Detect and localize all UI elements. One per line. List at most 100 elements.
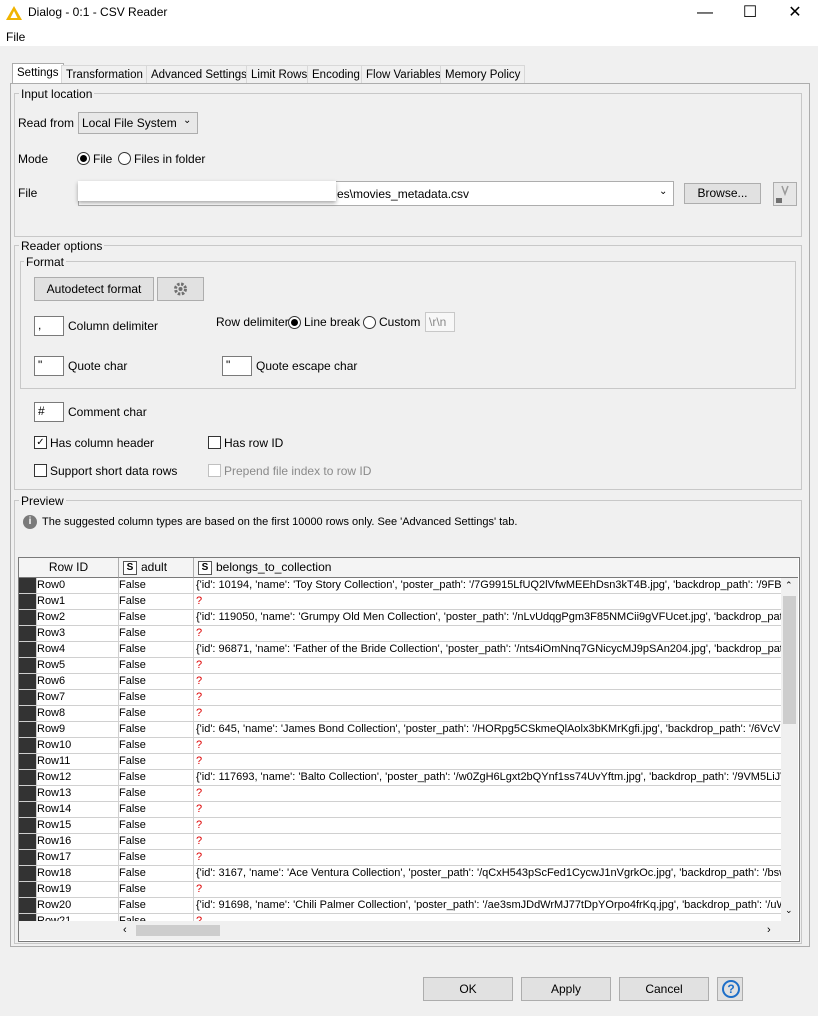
info-icon: i (23, 515, 37, 529)
scroll-right-icon[interactable]: › (767, 924, 771, 936)
support-short-rows-checkbox[interactable] (34, 464, 47, 477)
help-button[interactable]: ? (717, 977, 743, 1001)
row-marker (19, 674, 37, 690)
cell-belongs-to-collection: {'id': 96871, 'name': 'Father of the Bri… (194, 642, 783, 658)
table-row[interactable]: Row5 False? (19, 658, 783, 674)
table-row[interactable]: Row13 False? (19, 786, 783, 802)
table-row[interactable]: Row8 False? (19, 706, 783, 722)
cell-adult: False (119, 834, 194, 850)
browse-button[interactable]: Browse... (684, 183, 761, 204)
read-from-label: Read from (18, 116, 75, 130)
has-column-header-checkbox[interactable]: ✓ (34, 436, 47, 449)
cell-adult: False (119, 738, 194, 754)
table-row[interactable]: Row0 False {'id': 10194, 'name': 'Toy Stor… (19, 578, 783, 594)
line-break-radio[interactable] (288, 316, 301, 329)
read-from-value: Local File System (82, 116, 177, 130)
horizontal-scroll-thumb[interactable] (136, 925, 220, 936)
table-row[interactable]: Row18 False {'id': 3167, 'name': 'Ace Vent… (19, 866, 783, 882)
table-row[interactable]: Row19 False? (19, 882, 783, 898)
horizontal-scrollbar[interactable]: ‹ › (19, 921, 798, 940)
column-delimiter-value: , (38, 318, 42, 332)
flow-variable-button[interactable] (773, 182, 797, 206)
cell-row-id: Row5 (37, 658, 119, 674)
table-row[interactable]: Row3 False? (19, 626, 783, 642)
autodetect-settings-button[interactable] (157, 277, 204, 301)
cancel-button[interactable]: Cancel (619, 977, 709, 1001)
string-type-icon: S (123, 560, 137, 575)
scroll-down-icon[interactable]: ⌄ (785, 905, 793, 916)
mode-file-label: File (93, 152, 113, 166)
cell-adult: False (119, 578, 194, 594)
column-header-belongs-to-collection[interactable]: Sbelongs_to_collection (194, 558, 798, 578)
cell-adult: False (119, 658, 194, 674)
has-row-id-label: Has row ID (224, 436, 284, 450)
column-delimiter-input[interactable]: , (34, 316, 64, 336)
cell-adult: False (119, 626, 194, 642)
tab-flow-variables[interactable]: Flow Variables (361, 65, 446, 84)
mode-file-radio[interactable] (77, 152, 90, 165)
row-marker (19, 834, 37, 850)
scroll-up-icon[interactable]: ⌃ (785, 580, 793, 591)
cell-row-id: Row18 (37, 866, 119, 882)
preview-table[interactable]: Row ID Sadult Sbelongs_to_collection Row… (18, 557, 800, 942)
row-marker (19, 658, 37, 674)
table-row[interactable]: Row1 False? (19, 594, 783, 610)
custom-delimiter-input[interactable]: \r\n (425, 312, 455, 332)
cell-row-id: Row14 (37, 802, 119, 818)
table-row[interactable]: Row14 False? (19, 802, 783, 818)
tab-transformation[interactable]: Transformation (61, 65, 148, 84)
mode-folder-radio[interactable] (118, 152, 131, 165)
column-header-adult[interactable]: Sadult (119, 558, 194, 578)
row-marker (19, 690, 37, 706)
cell-belongs-to-collection: ? (194, 626, 783, 642)
table-row[interactable]: Row4 False {'id': 96871, 'name': 'Father o… (19, 642, 783, 658)
prepend-file-index-checkbox[interactable] (208, 464, 221, 477)
apply-button[interactable]: Apply (521, 977, 611, 1001)
table-row[interactable]: Row20 False {'id': 91698, 'name': 'Chili P… (19, 898, 783, 914)
tab-limit-rows[interactable]: Limit Rows (246, 65, 313, 84)
column-header-row-id[interactable]: Row ID (19, 558, 119, 578)
cell-belongs-to-collection: ? (194, 738, 783, 754)
close-button[interactable]: ✕ (772, 0, 818, 28)
cell-row-id: Row15 (37, 818, 119, 834)
table-row[interactable]: Row15 False? (19, 818, 783, 834)
column-header-label: belongs_to_collection (216, 560, 332, 574)
quote-escape-input[interactable]: " (222, 356, 252, 376)
vertical-scrollbar[interactable]: ⌃ ⌄ (781, 578, 798, 921)
table-row[interactable]: Row10 False? (19, 738, 783, 754)
cell-adult: False (119, 818, 194, 834)
table-row[interactable]: Row16 False? (19, 834, 783, 850)
tab-encoding[interactable]: Encoding (307, 65, 365, 84)
vertical-scroll-thumb[interactable] (783, 596, 796, 724)
line-break-label: Line break (304, 315, 361, 329)
cell-row-id: Row20 (37, 898, 119, 914)
preview-legend: Preview (19, 494, 66, 508)
autodetect-format-button[interactable]: Autodetect format (34, 277, 154, 301)
table-row[interactable]: Row11 False? (19, 754, 783, 770)
help-icon: ? (722, 980, 740, 998)
tab-advanced-settings[interactable]: Advanced Settings (146, 65, 252, 84)
table-row[interactable]: Row6 False? (19, 674, 783, 690)
tab-settings[interactable]: Settings (12, 63, 64, 84)
table-row[interactable]: Row12 False {'id': 117693, 'name': 'Balto … (19, 770, 783, 786)
mode-label: Mode (18, 152, 49, 166)
quote-char-input[interactable]: " (34, 356, 64, 376)
column-header-label: Row ID (48, 560, 89, 574)
minimize-button[interactable]: — (682, 0, 728, 28)
maximize-button[interactable]: ☐ (727, 0, 773, 28)
read-from-select[interactable]: Local File System ⌄ (78, 112, 198, 134)
custom-radio[interactable] (363, 316, 376, 329)
table-row[interactable]: Row2 False {'id': 119050, 'name': 'Grumpy … (19, 610, 783, 626)
comment-char-input[interactable]: # (34, 402, 64, 422)
tab-memory-policy[interactable]: Memory Policy (440, 65, 526, 84)
cell-belongs-to-collection: ? (194, 802, 783, 818)
table-row[interactable]: Row17 False? (19, 850, 783, 866)
has-row-id-checkbox[interactable] (208, 436, 221, 449)
table-row[interactable]: Row9 False {'id': 645, 'name': 'James Bond… (19, 722, 783, 738)
scroll-left-icon[interactable]: ‹ (123, 924, 127, 936)
ok-button[interactable]: OK (423, 977, 513, 1001)
cell-adult: False (119, 802, 194, 818)
chevron-down-icon: ⌄ (659, 186, 668, 197)
menu-file[interactable]: File (6, 30, 25, 44)
table-row[interactable]: Row7 False? (19, 690, 783, 706)
